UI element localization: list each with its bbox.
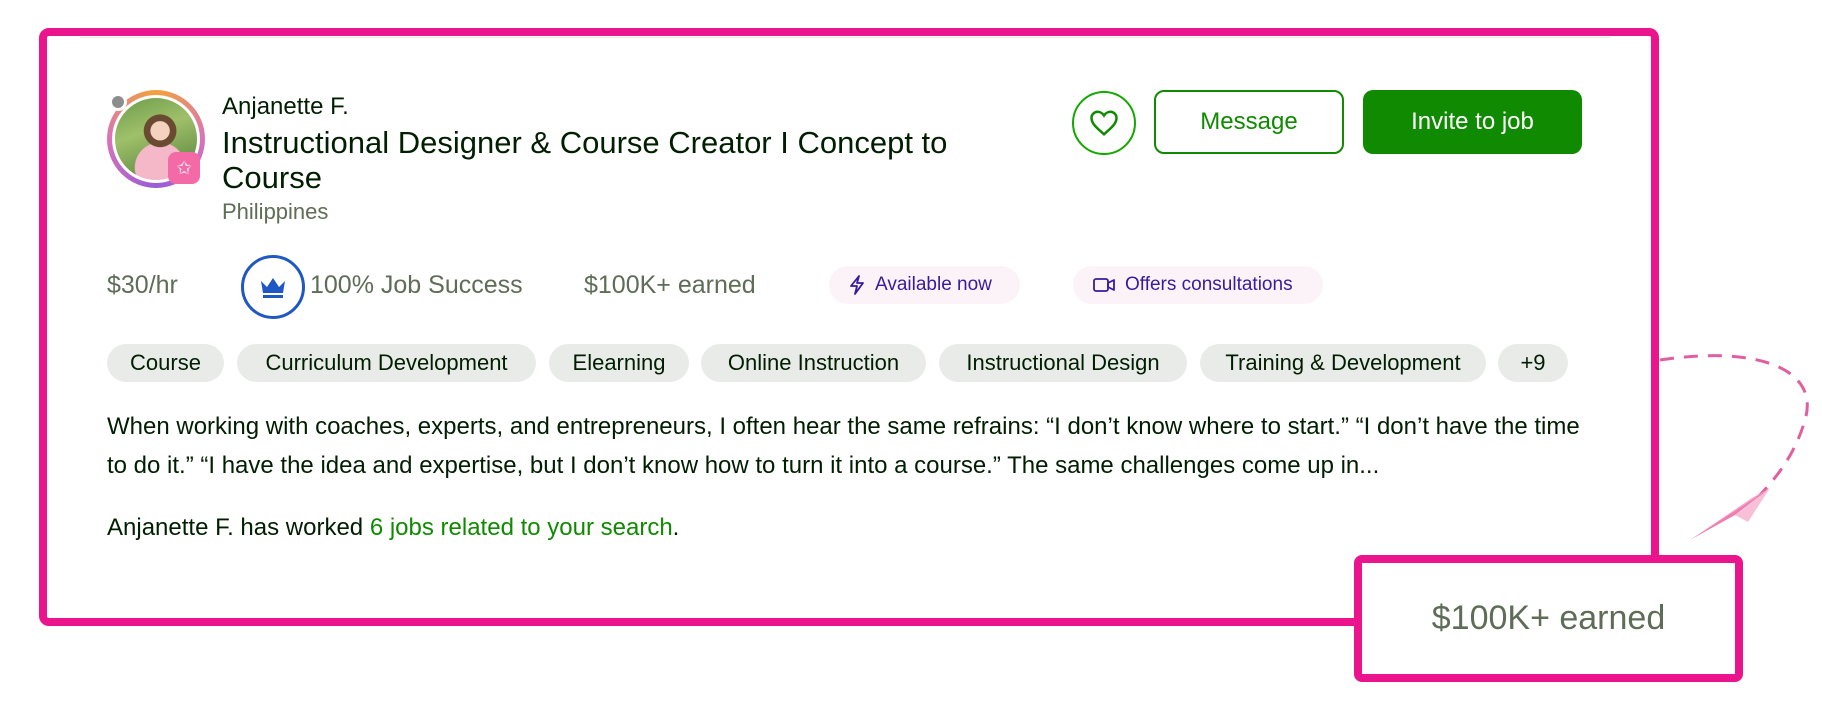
lightning-icon (850, 275, 864, 295)
earned-callout: $100K+ earned (1354, 555, 1743, 682)
offers-consultations-badge: Offers consultations (1073, 266, 1323, 304)
total-earned: $100K+ earned (584, 271, 756, 299)
skill-tag[interactable]: Course (107, 344, 224, 382)
skill-tag[interactable]: Elearning (549, 344, 689, 382)
skill-tag[interactable]: Online Instruction (701, 344, 926, 382)
skill-tag[interactable]: Curriculum Development (237, 344, 536, 382)
job-success-score: 100% Job Success (310, 271, 523, 299)
freelancer-location: Philippines (222, 199, 329, 224)
available-now-label: Available now (875, 274, 992, 295)
freelancer-name[interactable]: Anjanette F. (222, 93, 349, 121)
available-now-badge: Available now (829, 266, 1020, 304)
offers-consultations-label: Offers consultations (1125, 274, 1293, 295)
skill-tag[interactable]: Instructional Design (939, 344, 1187, 382)
divider (80, 37, 1610, 38)
heart-icon (1090, 110, 1118, 136)
callout-earned-text: $100K+ earned (1431, 599, 1666, 637)
related-jobs-suffix: . (672, 514, 680, 541)
freelancer-title[interactable]: Instructional Designer & Course Creator … (222, 125, 1042, 195)
star-badge-icon: ✩ (168, 152, 200, 184)
related-jobs-line: Anjanette F. has worked 6 jobs related t… (107, 514, 679, 542)
hourly-rate: $30/hr (107, 271, 178, 299)
skill-tag[interactable]: Training & Development (1200, 344, 1486, 382)
related-jobs-link[interactable]: 6 jobs related to your search (370, 514, 673, 541)
more-skills-tag[interactable]: +9 (1498, 344, 1568, 382)
related-jobs-prefix: Anjanette F. has worked (107, 514, 370, 541)
save-favorite-button[interactable] (1072, 91, 1136, 155)
top-rated-badge (241, 255, 305, 319)
message-button[interactable]: Message (1154, 90, 1344, 154)
offline-status-dot (109, 93, 127, 111)
crown-icon (261, 278, 285, 298)
video-camera-icon (1093, 278, 1115, 292)
invite-to-job-button[interactable]: Invite to job (1363, 90, 1582, 154)
paper-plane-icon (1690, 488, 1770, 540)
profile-overview[interactable]: When working with coaches, experts, and … (107, 407, 1587, 485)
